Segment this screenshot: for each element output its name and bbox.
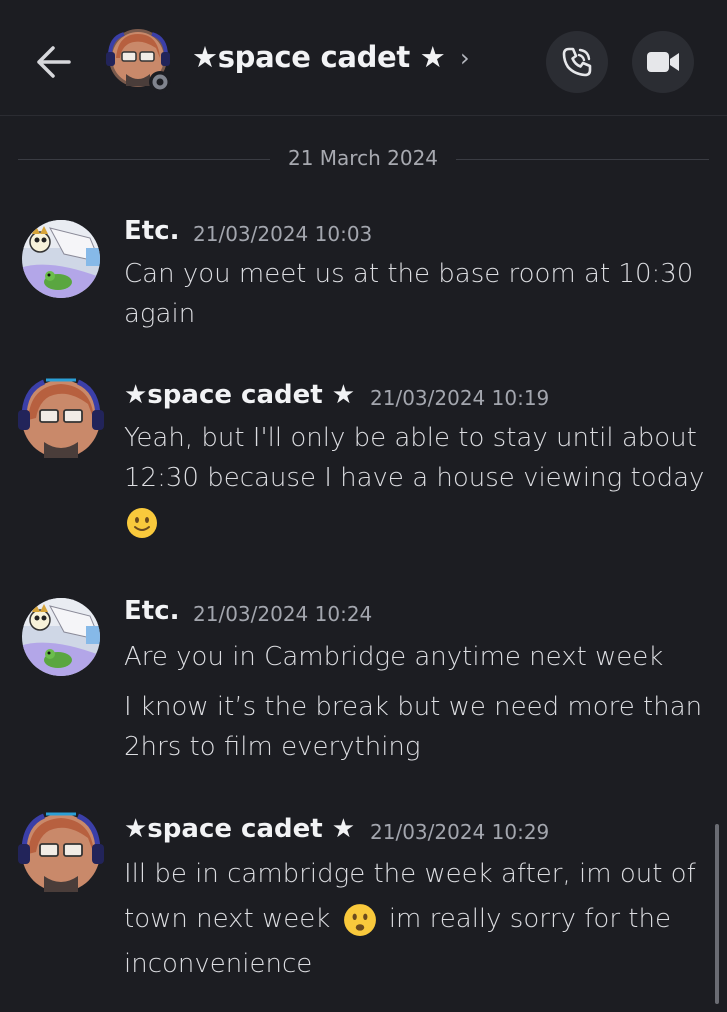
- phone-icon: [562, 47, 592, 77]
- message-timestamp: 21/03/2024 10:29: [370, 820, 550, 844]
- status-indicator-icon: [149, 71, 171, 93]
- video-camera-icon: [647, 52, 679, 72]
- date-divider-label: 21 March 2024: [287, 146, 439, 170]
- date-divider: 21 March 2024: [18, 146, 709, 172]
- arrow-left-icon: [37, 46, 71, 78]
- author-avatar[interactable]: [20, 218, 102, 300]
- frowning-face-icon: [343, 903, 376, 936]
- message-text: I know it’s the break but we need more t…: [124, 692, 703, 762]
- message-timestamp: 21/03/2024 10:19: [370, 386, 550, 410]
- message-author[interactable]: Etc.: [124, 596, 179, 626]
- message-author[interactable]: Etc.: [124, 216, 179, 246]
- slightly-smiling-face-icon: [127, 508, 157, 538]
- message-text: Can you meet us at the base room at 10:3…: [124, 259, 694, 329]
- chevron-right-icon[interactable]: ›: [460, 44, 470, 72]
- author-avatar[interactable]: [20, 596, 102, 678]
- author-avatar[interactable]: [16, 810, 106, 896]
- dm-screen: ★space cadet ★ › 21 March 2024 Etc. 21/0…: [0, 0, 727, 1012]
- message-author[interactable]: ★space cadet ★: [124, 380, 355, 410]
- message-text: Yeah, but I'll only be able to stay unti…: [124, 423, 705, 493]
- message-author[interactable]: ★space cadet ★: [124, 814, 355, 844]
- message-timestamp: 21/03/2024 10:03: [193, 222, 373, 246]
- back-button[interactable]: [30, 40, 76, 84]
- divider-line: [456, 159, 709, 160]
- channel-title[interactable]: ★space cadet ★: [192, 40, 446, 74]
- divider-line: [18, 159, 270, 160]
- header-avatar[interactable]: [104, 28, 172, 93]
- message-text: Ill be in cambridge the week after, im o…: [124, 852, 709, 987]
- video-call-button[interactable]: [632, 31, 694, 93]
- scrollbar[interactable]: [715, 824, 719, 1004]
- voice-call-button[interactable]: [546, 31, 608, 93]
- author-avatar[interactable]: [16, 376, 106, 462]
- message-timestamp: 21/03/2024 10:24: [193, 602, 373, 626]
- channel-header: ★space cadet ★ ›: [0, 0, 727, 116]
- message-text: Are you in Cambridge anytime next week: [124, 642, 664, 672]
